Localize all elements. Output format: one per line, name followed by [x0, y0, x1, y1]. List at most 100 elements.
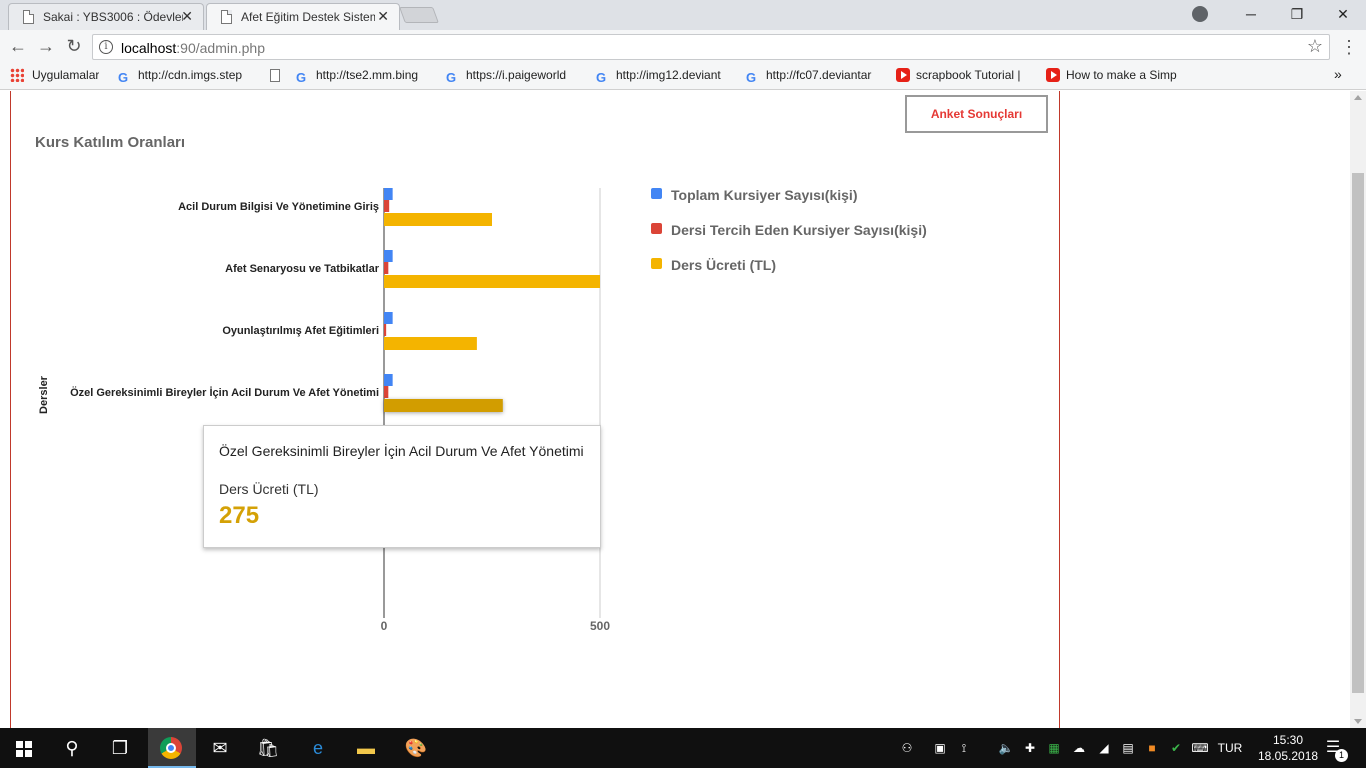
bar[interactable]	[384, 188, 393, 200]
bar[interactable]	[384, 200, 390, 212]
google-icon: G	[446, 70, 457, 84]
file-explorer-icon[interactable]: ▬	[342, 728, 390, 768]
wifi-hotspot-icon[interactable]: ⟟	[954, 728, 974, 768]
legend-item[interactable]: Toplam Kursiyer Sayısı(kişi)	[651, 188, 927, 223]
tray-app-icon[interactable]: ✚	[1020, 728, 1040, 768]
bookmark-item[interactable]: scrapbook Tutorial |	[896, 68, 1030, 84]
bookmark-item[interactable]: Ghttp://fc07.deviantar	[746, 68, 882, 84]
network-icon[interactable]: ◢	[1094, 728, 1114, 768]
volume-mute-icon[interactable]: 🔈	[996, 728, 1016, 768]
keyboard-icon[interactable]: ⌨	[1190, 728, 1210, 768]
category-label: Acil Durum Bilgisi Ve Yönetimine Giriş	[178, 201, 379, 213]
windows-taskbar: ⚲ ❐ ✉ 🛍 e ▬ 🎨 ⚇ ▣ ⟟ 🔈 ✚ ▦ ☁ ◢ ▤ ■ ✔ ⌨ TU…	[0, 728, 1366, 768]
tooltip-series: Ders Ücreti (TL)	[219, 481, 319, 497]
bookmark-item[interactable]: Ghttps://i.paigeworld	[446, 68, 582, 84]
back-icon[interactable]: ←	[6, 35, 30, 59]
store-icon[interactable]: 🛍	[244, 728, 292, 768]
google-icon: G	[596, 70, 607, 84]
bookmark-item[interactable]: Ghttp://tse2.mm.bing	[296, 68, 430, 84]
scrollbar-thumb[interactable]	[1352, 173, 1364, 693]
bar[interactable]	[384, 386, 389, 398]
language-indicator[interactable]: TUR	[1214, 728, 1246, 768]
tray-app-icon[interactable]: ▦	[1044, 728, 1064, 768]
tab-sakai[interactable]: Sakai : YBS3006 : Ödevler ✕	[8, 3, 204, 30]
tab-strip: Sakai : YBS3006 : Ödevler ✕ Afet Eğitim …	[0, 0, 1366, 30]
chrome-icon	[160, 737, 182, 759]
category-label: Oyunlaştırılmış Afet Eğitimleri	[222, 325, 379, 337]
tab-title: Sakai : YBS3006 : Ödevler	[43, 10, 183, 24]
google-icon: G	[118, 70, 129, 84]
bar-chart: Dersler 0 500 Acil Durum Bilgisi Ve Yönetim…	[38, 188, 610, 633]
page-icon	[221, 10, 232, 24]
info-icon[interactable]: i	[99, 40, 113, 54]
chart-legend: Toplam Kursiyer Sayısı(kişi) Dersi Terci…	[651, 188, 927, 293]
bar[interactable]	[384, 324, 387, 336]
bookmarks-bar: Uygulamalar Ghttp://cdn.imgs.step Ghttp:…	[0, 63, 1366, 90]
bookmark-item[interactable]: How to make a Simp	[1046, 68, 1182, 84]
chrome-taskbar-icon[interactable]	[148, 728, 196, 768]
mail-icon[interactable]: ✉	[196, 728, 244, 768]
close-icon[interactable]: ✕	[377, 8, 389, 25]
close-icon[interactable]: ✕	[181, 8, 193, 25]
close-window-button[interactable]: ✕	[1320, 0, 1366, 30]
minimize-button[interactable]: ─	[1228, 0, 1274, 30]
bar[interactable]	[384, 275, 600, 288]
restore-button[interactable]: ❐	[1274, 0, 1320, 30]
search-icon[interactable]: ⚲	[48, 728, 96, 768]
tray-app-icon[interactable]: ■	[1142, 728, 1162, 768]
menu-icon[interactable]: ⋮	[1340, 37, 1358, 58]
youtube-icon	[1046, 68, 1060, 82]
bar[interactable]	[384, 374, 393, 386]
reload-icon[interactable]: ↻	[62, 35, 86, 59]
bar[interactable]	[384, 262, 389, 274]
tab-title: Afet Eğitim Destek Sistem	[241, 10, 375, 24]
people-icon[interactable]: ⚇	[896, 728, 918, 768]
legend-item[interactable]: Ders Ücreti (TL)	[651, 258, 927, 293]
tray-app-icon[interactable]: ▣	[930, 728, 950, 768]
google-icon: G	[296, 70, 307, 84]
bar[interactable]	[384, 399, 503, 412]
google-icon: G	[746, 70, 757, 84]
start-button[interactable]	[0, 728, 48, 768]
action-center-icon[interactable]: ☰	[1318, 728, 1348, 768]
apps-icon	[10, 68, 24, 82]
apps-shortcut[interactable]: Uygulamalar	[10, 68, 99, 84]
scroll-up-icon[interactable]	[1354, 95, 1362, 100]
more-bookmarks-icon[interactable]: »	[1334, 66, 1342, 82]
bookmark-item[interactable]: Ghttp://cdn.imgs.step	[118, 68, 254, 84]
notification-badge: 1	[1335, 749, 1348, 762]
task-view-icon[interactable]: ❐	[96, 728, 144, 768]
x-tick-label: 500	[590, 619, 610, 633]
scroll-down-icon[interactable]	[1354, 719, 1362, 724]
page-viewport: Anket Sonuçları Kurs Katılım Oranları De…	[0, 91, 1350, 728]
tray-app-icon[interactable]: ✔	[1166, 728, 1186, 768]
legend-item[interactable]: Dersi Tercih Eden Kursiyer Sayısı(kişi)	[651, 223, 927, 258]
bookmark-item[interactable]	[270, 68, 290, 84]
bookmark-item[interactable]: Ghttp://img12.deviant	[596, 68, 732, 84]
new-tab-button[interactable]	[399, 7, 439, 23]
legend-swatch	[651, 258, 662, 269]
bookmark-star-icon[interactable]: ☆	[1307, 36, 1323, 57]
url-text: localhost:90/admin.php	[121, 40, 265, 56]
tray-app-icon[interactable]: ▤	[1118, 728, 1138, 768]
address-bar[interactable]: i localhost:90/admin.php ☆	[92, 34, 1330, 60]
bar[interactable]	[384, 312, 393, 324]
page-icon	[23, 10, 34, 24]
onedrive-icon[interactable]: ☁	[1068, 728, 1090, 768]
page-scrollbar[interactable]	[1350, 91, 1366, 728]
forward-icon[interactable]: →	[34, 35, 58, 59]
profile-icon[interactable]	[1192, 6, 1208, 22]
bar[interactable]	[384, 337, 477, 350]
tooltip-value: 275	[219, 502, 260, 529]
clock-time: 15:30	[1272, 733, 1304, 747]
tab-afet[interactable]: Afet Eğitim Destek Sistem ✕	[206, 3, 400, 30]
paint-icon[interactable]: 🎨	[392, 728, 440, 768]
bar[interactable]	[384, 213, 492, 226]
page-icon	[270, 69, 280, 82]
edge-icon[interactable]: e	[294, 728, 342, 768]
y-axis-title: Dersler	[38, 375, 50, 414]
clock[interactable]: 15:30 18.05.2018	[1258, 732, 1318, 764]
category-label: Afet Senaryosu ve Tatbikatlar	[225, 263, 380, 275]
bar[interactable]	[384, 250, 393, 262]
toolbar: ← → ↻ i localhost:90/admin.php ☆ ⋮	[0, 30, 1366, 63]
